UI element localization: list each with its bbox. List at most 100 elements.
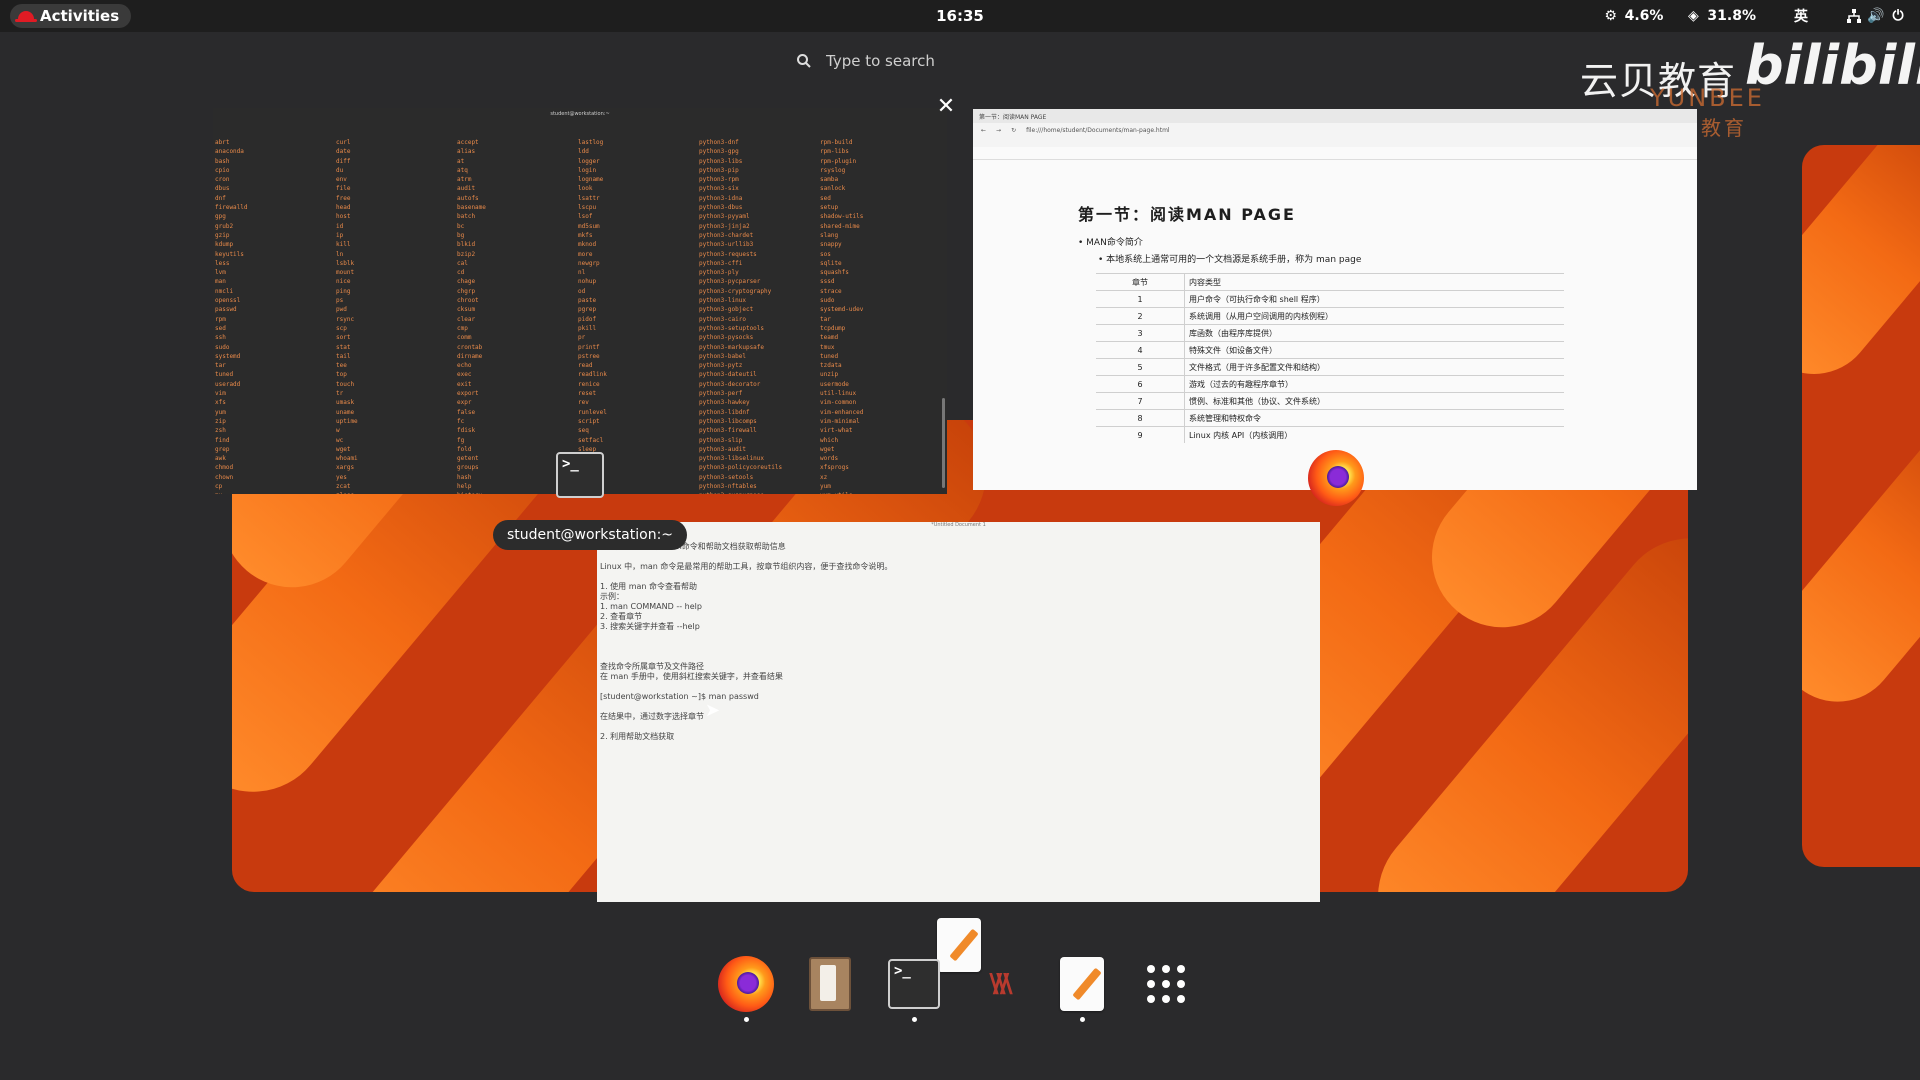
doc-subbullet: • 本地系统上通常可用的一个文档源是系统手册，称为 man page [1098, 255, 1362, 265]
terminal-line: gpg [215, 213, 226, 221]
editor-content: 介绍用户如何使用man命令和帮助文档获取帮助信息 Linux 中，man 命令是… [600, 542, 892, 752]
terminal-line: basename [457, 204, 486, 212]
terminal-line: kill [336, 241, 351, 249]
terminal-line: tuned [215, 371, 234, 379]
terminal-line: cron [215, 176, 230, 184]
terminal-line: python3-jinja2 [699, 222, 750, 230]
overview-search[interactable] [796, 48, 976, 74]
terminal-line: zcat [336, 482, 351, 490]
terminal-line: comm [457, 334, 472, 342]
terminal-line: sanlock [820, 185, 846, 193]
close-window-button[interactable]: ✕ [934, 96, 958, 120]
terminal-line: grub2 [215, 222, 234, 230]
terminal-line: tuned [820, 352, 839, 360]
terminal-window-thumbnail[interactable]: student@workstation:~ abrt anaconda bash cp… [213, 108, 947, 494]
firefox-icon [718, 956, 774, 1012]
terminal-line: crontab [457, 343, 483, 351]
window-title-tooltip: student@workstation:~ [493, 520, 688, 550]
terminal-line: ping [336, 287, 351, 295]
dock-app-grid[interactable] [1136, 954, 1196, 1014]
doc-heading: 第一节：阅读MAN PAGE [1078, 205, 1296, 224]
system-tray[interactable]: ⚙ 4.6% ◈ 31.8% 英 🔊 ⏻ [1603, 6, 1906, 26]
network-icon [1846, 8, 1862, 24]
table-row: 4 特殊文件（如设备文件） [1096, 341, 1564, 359]
table-row: 6 游戏（过去的有趣程序章节） [1096, 375, 1564, 393]
terminal-line: python3-dbus [699, 204, 743, 212]
terminal-line: atq [457, 166, 468, 174]
dock-terminal[interactable]: >_ [884, 954, 944, 1022]
terminal-line: python3-gobject [699, 306, 754, 314]
terminal-line: gzip [215, 231, 230, 239]
firefox-navbar: ← → ↻ file:///home/student/Documents/man… [973, 123, 1697, 137]
terminal-line: lastlog [578, 139, 604, 146]
terminal-line: cp [215, 482, 223, 490]
terminal-scrollbar[interactable] [942, 398, 945, 488]
terminal-line: nmcli [215, 287, 234, 295]
terminal-line: sos [820, 250, 831, 258]
terminal-line: chroot [457, 297, 479, 305]
next-workspace-thumbnail[interactable] [1802, 145, 1920, 867]
url-bar[interactable]: file:///home/student/Documents/man-page.… [1026, 127, 1170, 134]
terminal-line: rpm-libs [820, 148, 849, 156]
mouse-cursor-icon: ➤ [705, 700, 721, 721]
terminal-line: setfacl [578, 436, 604, 444]
terminal-line: python3-pysocks [699, 334, 754, 342]
terminal-line: ip [336, 231, 344, 239]
firefox-tab[interactable]: 第一节：阅读MAN PAGE [973, 109, 1697, 123]
terminal-line: mknod [578, 241, 597, 249]
reload-icon[interactable]: ↻ [1011, 127, 1016, 134]
terminal-line: login [578, 166, 597, 174]
terminal-line: python3-pytz [699, 362, 743, 370]
terminal-line: more [578, 250, 593, 258]
terminal-line: python3-idna [699, 194, 743, 202]
terminal-line: tee [336, 362, 347, 370]
input-method-indicator[interactable]: 英 [1794, 6, 1808, 26]
firefox-window-thumbnail[interactable]: 第一节：阅读MAN PAGE ← → ↻ file:///home/studen… [973, 109, 1697, 490]
terminal-line: strace [820, 287, 842, 295]
terminal-line: yum [215, 408, 226, 416]
man-sections-table: 章节 内容类型 1 用户命令（可执行命令和 shell 程序） 2 系统调用（从用户… [1096, 273, 1564, 443]
table-header: 章节 [1096, 273, 1185, 291]
app-grid-icon [1147, 965, 1185, 1003]
terminal-line: samba [820, 176, 839, 184]
terminal-line: rpm [215, 315, 226, 323]
dock-system-monitor[interactable]: \/\/\ [968, 954, 1028, 1014]
terminal-line: less [215, 259, 230, 267]
search-input[interactable] [824, 51, 968, 71]
terminal-column: rpm-build rpm-libs rpm-plugin rsyslog samba s… [820, 138, 937, 494]
terminal-line: rpm-plugin [820, 157, 857, 165]
terminal-line: xfsprogs [820, 464, 849, 472]
back-icon[interactable]: ← [981, 127, 986, 134]
dock-text-editor[interactable] [1052, 954, 1112, 1022]
dock-documents[interactable] [800, 954, 860, 1014]
terminal-line: chown [215, 473, 234, 481]
editor-line: [student@workstation ~]$ man passwd [600, 692, 759, 701]
terminal-line: mv [215, 491, 332, 494]
terminal-icon: >_ [888, 959, 940, 1009]
running-indicator [1079, 1017, 1085, 1022]
terminal-line: wget [336, 445, 351, 453]
terminal-line: date [336, 148, 351, 156]
terminal-line: shadow-utils [820, 213, 864, 221]
terminal-line: bc [457, 222, 465, 230]
terminal-line: python3-linux [699, 297, 746, 305]
terminal-line: unzip [820, 371, 839, 379]
forward-icon[interactable]: → [996, 127, 1001, 134]
terminal-line: logger [578, 157, 600, 165]
terminal-line: exec [457, 371, 472, 379]
terminal-line: ln [336, 250, 344, 258]
terminal-line: python3-libcomps [699, 417, 757, 425]
table-row: 8 系统管理和特权命令 [1096, 409, 1564, 427]
running-indicator [743, 1017, 749, 1022]
terminal-line: tmux [820, 343, 835, 351]
terminal-line: head [336, 204, 351, 212]
watermark-brand-en: YUNBEE [1650, 84, 1765, 112]
editor-title: *Untitled Document 1 [931, 522, 986, 528]
running-indicator [911, 1017, 917, 1022]
terminal-line: python3-requests [699, 250, 757, 258]
terminal-line: seq [578, 427, 589, 435]
terminal-line: python3-policycoreutils [699, 464, 783, 472]
dock-firefox[interactable] [716, 954, 776, 1022]
terminal-line: accept [457, 139, 479, 146]
